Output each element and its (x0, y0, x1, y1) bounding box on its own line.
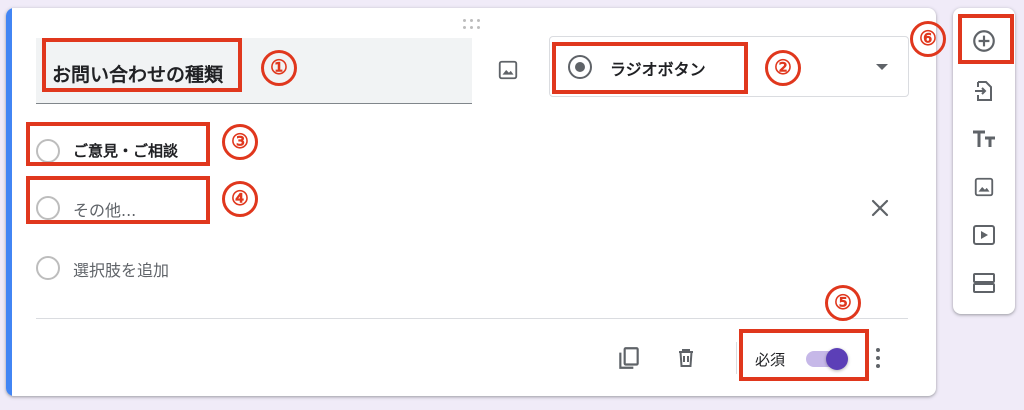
import-questions-button[interactable] (967, 74, 1001, 108)
video-icon (973, 225, 995, 245)
option-radio-icon (36, 256, 60, 280)
more-options-icon[interactable] (872, 344, 884, 372)
marker-2: ② (765, 50, 801, 86)
marker-3: ③ (222, 124, 258, 160)
add-image-button[interactable] (490, 52, 526, 88)
marker-1: ① (261, 50, 297, 86)
option-item[interactable]: その他... (36, 188, 536, 228)
marker-5: ⑤ (825, 285, 861, 321)
add-section-button[interactable] (967, 266, 1001, 300)
add-question-button[interactable] (967, 24, 1001, 58)
add-option-label[interactable]: 選択肢を追加 (73, 257, 169, 281)
close-icon (871, 199, 889, 217)
add-video-button[interactable] (967, 218, 1001, 252)
duplicate-button[interactable] (613, 342, 645, 374)
option-label[interactable]: ご意見・ご相談 (73, 140, 178, 161)
delete-button[interactable] (670, 342, 702, 374)
option-item[interactable]: ご意見・ご相談 (36, 131, 536, 171)
add-option-item[interactable]: 選択肢を追加 (36, 248, 536, 288)
option-label[interactable]: その他... (73, 197, 136, 221)
section-icon (973, 273, 995, 293)
import-question-icon (975, 81, 992, 101)
card-accent-bar (6, 8, 12, 396)
required-toggle[interactable] (806, 348, 848, 370)
marker-4: ④ (222, 181, 258, 217)
image-icon (974, 177, 994, 197)
question-title-field[interactable]: お問い合わせの種類 (36, 38, 472, 104)
remove-option-button[interactable] (865, 193, 895, 223)
radio-button-icon (568, 55, 592, 79)
add-image-tool-button[interactable] (967, 170, 1001, 204)
question-type-dropdown[interactable]: ラジオボタン (549, 36, 909, 97)
footer-divider (36, 318, 908, 319)
title-text-icon (973, 130, 995, 147)
add-title-button[interactable] (967, 122, 1001, 156)
copy-icon (619, 347, 639, 369)
drag-handle-icon[interactable] (461, 17, 485, 31)
question-title[interactable]: お問い合わせの種類 (52, 60, 223, 87)
toggle-thumb (826, 348, 848, 370)
side-toolbar (953, 8, 1015, 314)
option-radio-icon (36, 196, 60, 220)
footer-separator (736, 342, 737, 374)
add-circle-icon (973, 30, 995, 52)
dropdown-caret-icon (876, 64, 888, 70)
image-icon (498, 60, 518, 80)
required-label: 必須 (755, 351, 786, 369)
question-type-label: ラジオボタン (610, 60, 706, 79)
marker-6: ⑥ (910, 21, 946, 57)
trash-icon (679, 349, 693, 367)
option-radio-icon (36, 139, 60, 163)
